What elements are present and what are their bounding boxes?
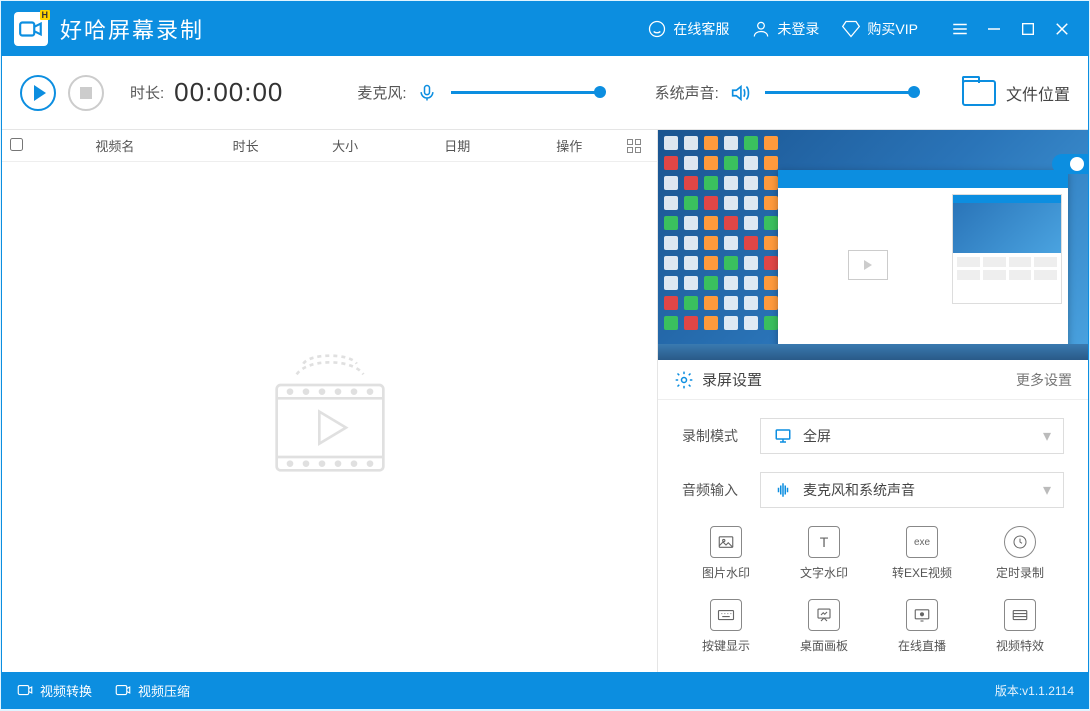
more-settings-link[interactable]: 更多设置 [1016, 370, 1072, 390]
feature-live-stream[interactable]: 在线直播 [878, 599, 966, 654]
right-pane: 录屏设置 更多设置 录制模式 全屏 ▾ 音频输入 [658, 130, 1088, 672]
feature-text-watermark[interactable]: T 文字水印 [780, 526, 868, 581]
duration-value: 00:00:00 [174, 77, 283, 108]
buy-vip-link[interactable]: 购买VIP [841, 19, 918, 39]
screen-preview[interactable] [658, 130, 1088, 360]
menu-button[interactable] [946, 15, 974, 43]
col-duration: 时长 [196, 136, 296, 155]
mic-icon[interactable] [417, 83, 437, 103]
feature-label: 视频特效 [996, 637, 1044, 654]
version-label: 版本:v1.1.2114 [995, 682, 1074, 699]
image-icon [710, 526, 742, 558]
feature-image-watermark[interactable]: 图片水印 [682, 526, 770, 581]
monitor-icon [773, 427, 793, 445]
text-icon: T [808, 526, 840, 558]
folder-icon [962, 80, 996, 106]
feature-label: 定时录制 [996, 564, 1044, 581]
col-date: 日期 [395, 136, 519, 155]
exe-icon: exe [906, 526, 938, 558]
maximize-button[interactable] [1014, 15, 1042, 43]
feature-desktop-draw[interactable]: 桌面画板 [780, 599, 868, 654]
draw-icon [808, 599, 840, 631]
user-icon [751, 19, 771, 39]
clock-icon [1004, 526, 1036, 558]
chevron-down-icon: ▾ [1043, 426, 1051, 446]
empty-list-area [2, 162, 657, 672]
feature-exe-convert[interactable]: exe 转EXE视频 [878, 526, 966, 581]
file-location-button[interactable]: 文件位置 [962, 80, 1070, 106]
feature-label: 按键显示 [702, 637, 750, 654]
stop-button[interactable] [68, 75, 104, 111]
video-compress-label: 视频压缩 [138, 681, 190, 700]
minimize-button[interactable] [980, 15, 1008, 43]
settings-header: 录屏设置 更多设置 [658, 360, 1088, 400]
mic-slider[interactable] [451, 91, 601, 94]
audio-input-value: 麦克风和系统声音 [803, 480, 1043, 500]
select-all-checkbox[interactable] [10, 138, 23, 151]
video-list-pane: 视频名 时长 大小 日期 操作 [2, 130, 658, 672]
login-status-label: 未登录 [777, 19, 819, 39]
video-convert-link[interactable]: 视频转换 [16, 681, 92, 700]
record-mode-select[interactable]: 全屏 ▾ [760, 418, 1064, 454]
feature-label: 图片水印 [702, 564, 750, 581]
app-logo: H [14, 12, 48, 46]
record-mode-label: 录制模式 [682, 426, 760, 446]
col-operation: 操作 [519, 136, 619, 155]
mic-label: 麦克风: [357, 82, 406, 103]
speaker-icon[interactable] [729, 82, 751, 104]
headset-icon [647, 19, 667, 39]
chevron-down-icon: ▾ [1043, 480, 1051, 500]
play-record-button[interactable] [20, 75, 56, 111]
audio-input-label: 音频输入 [682, 480, 760, 500]
speaker-slider[interactable] [765, 91, 915, 94]
col-name: 视频名 [34, 136, 196, 155]
feature-scheduled-record[interactable]: 定时录制 [976, 526, 1064, 581]
record-mode-value: 全屏 [803, 426, 1043, 446]
close-button[interactable] [1048, 15, 1076, 43]
audio-wave-icon [773, 481, 793, 499]
feature-label: 在线直播 [898, 637, 946, 654]
buy-vip-label: 购买VIP [867, 19, 918, 39]
gear-icon [674, 370, 694, 390]
keyboard-icon [710, 599, 742, 631]
duration-label: 时长: [130, 82, 164, 103]
maximize-icon [1020, 21, 1036, 37]
feature-video-effects[interactable]: 视频特效 [976, 599, 1064, 654]
customer-service-link[interactable]: 在线客服 [647, 19, 729, 39]
customer-service-label: 在线客服 [673, 19, 729, 39]
convert-icon [16, 681, 34, 699]
feature-label: 桌面画板 [800, 637, 848, 654]
grid-view-button[interactable] [619, 139, 649, 153]
video-convert-label: 视频转换 [40, 681, 92, 700]
speaker-label: 系统声音: [655, 82, 719, 103]
effects-icon [1004, 599, 1036, 631]
menu-icon [951, 20, 969, 38]
play-icon [34, 85, 46, 101]
minimize-icon [985, 20, 1003, 38]
feature-label: 文字水印 [800, 564, 848, 581]
video-compress-link[interactable]: 视频压缩 [114, 681, 190, 700]
stop-icon [80, 87, 92, 99]
preview-toggle[interactable] [1052, 154, 1088, 174]
login-link[interactable]: 未登录 [751, 19, 819, 39]
logo-badge: H [40, 10, 51, 20]
compress-icon [114, 681, 132, 699]
toolbar: 时长: 00:00:00 麦克风: 系统声音: 文件位置 [2, 56, 1088, 130]
statusbar: 视频转换 视频压缩 版本:v1.1.2114 [2, 672, 1088, 708]
col-size: 大小 [295, 136, 395, 155]
stream-icon [906, 599, 938, 631]
diamond-icon [841, 19, 861, 39]
close-icon [1053, 20, 1071, 38]
empty-film-icon [250, 337, 410, 497]
feature-label: 转EXE视频 [892, 564, 952, 581]
table-header: 视频名 时长 大小 日期 操作 [2, 130, 657, 162]
app-title: 好哈屏幕录制 [60, 13, 204, 45]
audio-input-select[interactable]: 麦克风和系统声音 ▾ [760, 472, 1064, 508]
settings-title: 录屏设置 [702, 369, 1016, 390]
grid-icon [627, 139, 641, 153]
feature-keystroke-display[interactable]: 按键显示 [682, 599, 770, 654]
titlebar: H 好哈屏幕录制 在线客服 未登录 购买VIP [2, 2, 1088, 56]
folder-label: 文件位置 [1006, 81, 1070, 105]
